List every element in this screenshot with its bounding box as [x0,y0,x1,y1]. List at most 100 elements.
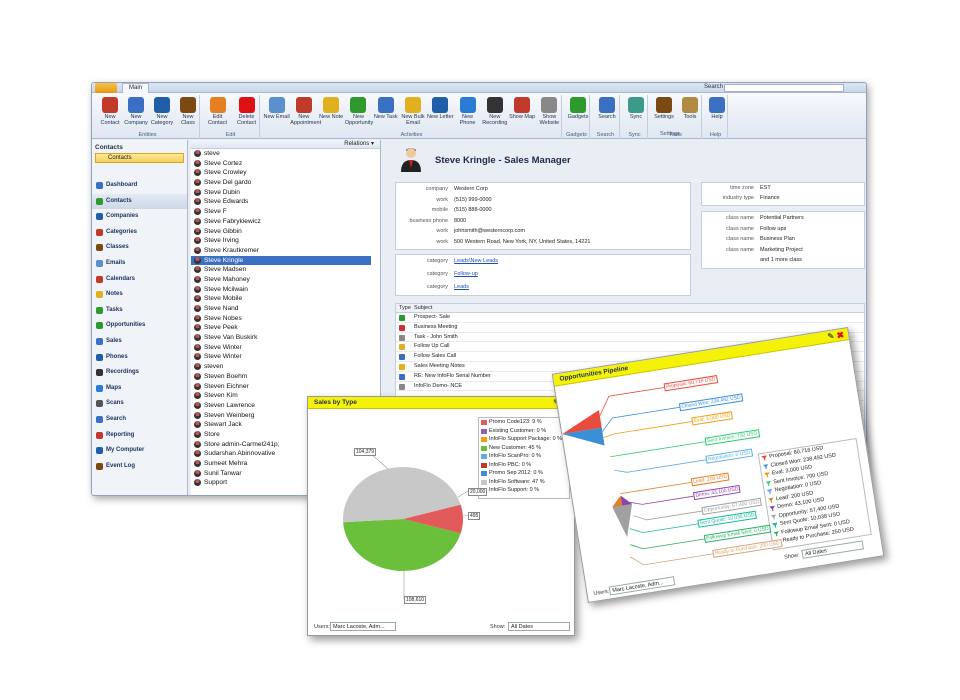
new-appointment-button[interactable]: New Appointment [290,97,321,126]
contact-list-item[interactable]: Steve Fabrykiewicz [191,217,371,227]
col-subject[interactable]: Subject [414,304,432,313]
funnel-segment-opportunity[interactable] [612,503,637,539]
contact-list-item[interactable]: Steve Mobile [191,294,371,304]
table-row[interactable]: Prospect- Sale [396,313,864,323]
contact-list-item[interactable]: Steve Mahoney [191,275,371,285]
new-company-button[interactable]: New Company [123,97,149,126]
field-value[interactable]: Leads\New Leads [454,258,498,264]
legend-swatch [481,445,487,451]
edit-contact-button[interactable]: Edit Contact [203,97,232,126]
contact-list-item[interactable]: Steve Madsen [191,265,371,275]
users-select[interactable]: Marc Lacoste, Adm... [330,622,396,631]
contact-list-item[interactable]: steven [191,362,371,372]
app-menu-button[interactable] [95,83,117,93]
show-map-button[interactable]: Show Map [508,97,535,120]
contact-list-item[interactable]: Steve Nand [191,304,371,314]
contact-list-item[interactable]: Steve Cortez [191,159,371,169]
contact-person-icon [194,401,201,409]
nav-item-categories[interactable]: Categories [92,225,187,241]
contact-list-item[interactable]: Steve Gibbin [191,227,371,237]
settings-button[interactable]: Settings [651,97,677,120]
nav-item-maps[interactable]: Maps [92,381,187,397]
new-opportunity-button[interactable]: New Opportunity [345,97,373,126]
gadgets-button[interactable]: Gadgets [565,97,591,120]
contact-list-item[interactable]: Steve Krautkremer [191,246,371,256]
edit-contact-icon [209,97,226,113]
nav-selected-folder[interactable]: Contacts [95,153,184,163]
contact-list-item[interactable]: Steve Crowley [191,168,371,178]
nav-item-calendars[interactable]: Calendars [92,272,187,288]
nav-item-label: Maps [106,384,122,391]
contact-list-item[interactable]: Steve Kringle [191,255,371,266]
field-value: Potential Partners [760,215,804,221]
relations-dropdown[interactable]: Relations ▾ [191,140,380,149]
nav-item-contacts[interactable]: Contacts [92,193,187,210]
contact-list-item[interactable]: Steve Nobes [191,314,371,324]
nav-item-sales[interactable]: Sales [92,334,187,350]
contact-list-item[interactable]: Steve Winter [191,343,371,353]
contact-list-item[interactable]: Steven Boehm [191,372,371,382]
field-value: Finance [760,195,780,201]
new-email-button[interactable]: New Email [263,97,290,120]
nav-item-search[interactable]: Search [92,412,187,428]
new-bulk-email-button[interactable]: New Bulk Email [399,97,426,126]
callout-leader-line [457,490,469,498]
sync-button[interactable]: Sync [623,97,649,120]
new-task-button[interactable]: New Task [372,97,399,120]
contact-list-item[interactable]: Steve Edwards [191,197,371,207]
tab-main[interactable]: Main [122,83,150,93]
delete-contact-icon [238,97,255,113]
contact-list-item[interactable]: Steve Peek [191,323,371,333]
show-website-button[interactable]: Show Website [536,97,563,126]
field-value[interactable]: Follow-up [454,271,478,277]
nav-item-label: Dashboard [106,182,138,188]
ribbon-button-label: New Class [181,114,195,126]
nav-item-opportunities[interactable]: Opportunities [92,318,187,334]
contact-list-item[interactable]: Steven Eichner [191,382,371,392]
nav-item-notes[interactable]: Notes [92,287,187,303]
table-row[interactable]: Business Meeting [396,323,864,333]
new-category-button[interactable]: New Category [149,97,175,126]
contact-list-item[interactable]: steve [191,149,371,159]
nav-item-dashboard[interactable]: Dashboard [92,178,187,194]
contact-list-item[interactable]: Steve Winter [191,352,371,362]
contact-list-item[interactable]: Steve Mcilwain [191,285,371,295]
nav-item-phones[interactable]: Phones [92,350,187,366]
contact-list-item[interactable]: Steve Del gardo [191,178,371,188]
contact-person-icon [194,227,201,235]
col-type[interactable]: Type [399,304,411,313]
reporting-icon [96,431,103,439]
contact-list-item[interactable]: Steve Dubin [191,188,371,198]
new-phone-button[interactable]: New Phone [454,97,481,126]
ribbon-button-label: Tools [683,114,697,120]
delete-contact-button[interactable]: Delete Contact [232,97,261,126]
new-note-button[interactable]: New Note [318,97,345,120]
nav-item-emails[interactable]: Emails [92,256,187,272]
nav-item-scans[interactable]: Scans [92,396,187,412]
tools-button[interactable]: Tools [677,97,703,120]
new-letter-button[interactable]: New Letter [427,97,454,120]
help-icon [709,97,725,113]
show-select[interactable]: All Dates [508,622,570,631]
field-value[interactable]: Leads [454,284,469,290]
new-recording-button[interactable]: New Recording [481,97,508,126]
contact-person-icon [194,372,201,380]
nav-item-event-log[interactable]: Event Log [92,459,187,475]
new-contact-button[interactable]: New Contact [97,97,123,126]
contact-list-item[interactable]: Steve Van Buskirk [191,333,371,343]
funnel-leader-proposal [599,387,665,417]
nav-item-reporting[interactable]: Reporting [92,428,187,444]
search-button[interactable]: Search [593,97,621,120]
nav-item-recordings[interactable]: Recordings [92,365,187,381]
contact-list-item[interactable]: Steve F [191,207,371,217]
help-button[interactable]: Help [705,97,729,120]
nav-item-my-computer[interactable]: My Computer [92,443,187,459]
event-log-icon [96,462,103,470]
nav-item-companies[interactable]: Companies [92,209,187,225]
new-class-button[interactable]: New Class [175,97,201,126]
search-input[interactable] [724,84,844,92]
field-row: time zone EST [702,185,866,193]
nav-item-tasks[interactable]: Tasks [92,303,187,319]
nav-item-classes[interactable]: Classes [92,240,187,256]
contact-list-item[interactable]: Steve Irving [191,236,371,246]
